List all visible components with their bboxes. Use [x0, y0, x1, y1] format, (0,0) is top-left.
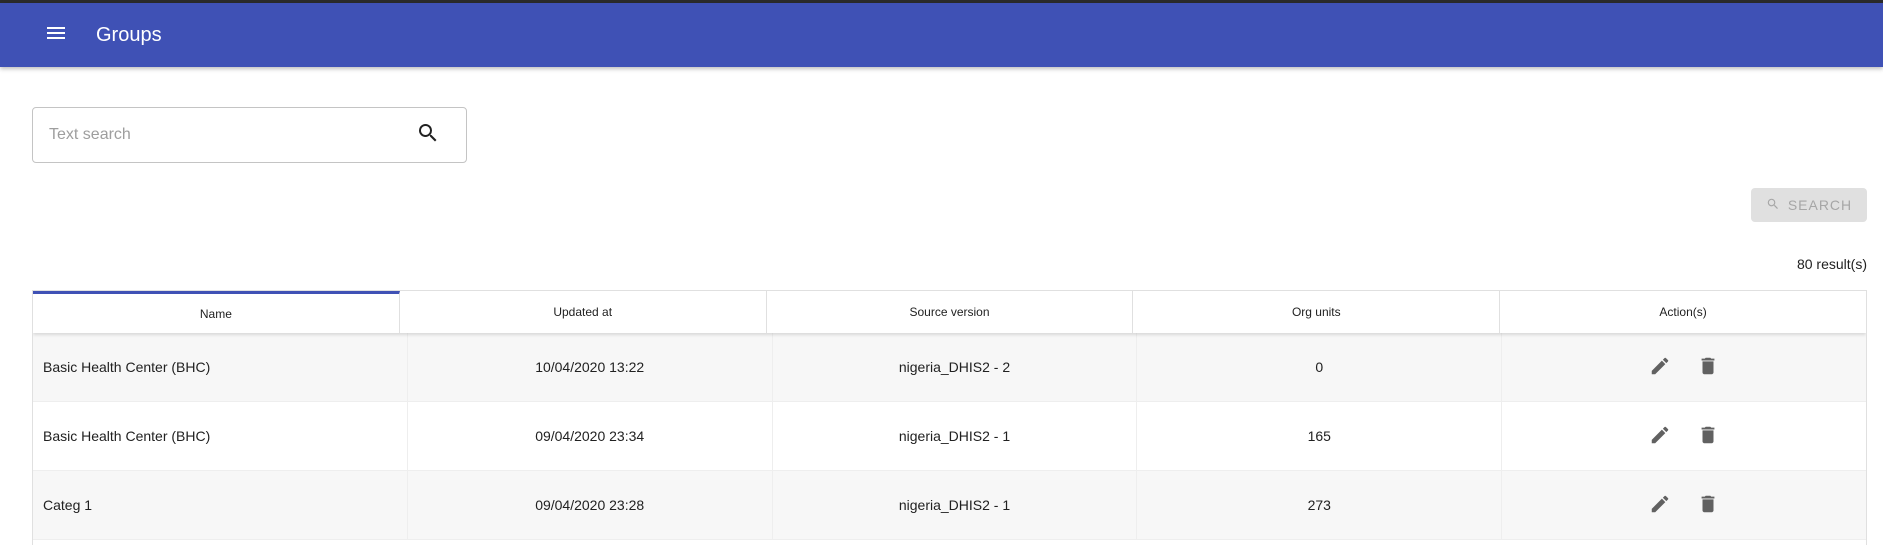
cell-updated-at: 09/04/2020 23:28 [408, 471, 773, 539]
groups-table: Name Updated at Source version Org units… [32, 290, 1867, 545]
search-button-label: SEARCH [1787, 197, 1853, 213]
table-header: Name Updated at Source version Org units… [33, 291, 1866, 333]
edit-icon [1649, 424, 1671, 449]
column-header-name[interactable]: Name [33, 291, 400, 333]
app-bar: Groups [0, 3, 1883, 67]
delete-icon [1697, 424, 1719, 449]
cell-name: Basic Health Center (BHC) [33, 402, 408, 470]
cell-updated-at: 09/04/2020 23:34 [408, 402, 773, 470]
cell-name: Categ 1 [33, 471, 408, 539]
table-row: Basic Health Center (BHC) 09/04/2020 23:… [33, 402, 1866, 471]
table-body: Basic Health Center (BHC) 10/04/2020 13:… [33, 333, 1866, 540]
column-header-org-units[interactable]: Org units [1133, 291, 1501, 333]
cell-org-units: 0 [1137, 333, 1503, 401]
edit-icon [1649, 355, 1671, 380]
delete-button[interactable] [1690, 349, 1726, 385]
edit-button[interactable] [1642, 487, 1678, 523]
edit-button[interactable] [1642, 349, 1678, 385]
search-input[interactable] [33, 108, 404, 162]
cell-name: Basic Health Center (BHC) [33, 333, 408, 401]
text-search-field [32, 107, 467, 163]
delete-icon [1697, 355, 1719, 380]
table-row: Categ 1 09/04/2020 23:28 nigeria_DHIS2 -… [33, 471, 1866, 540]
page-title: Groups [96, 23, 162, 46]
delete-icon [1697, 493, 1719, 518]
delete-button[interactable] [1690, 418, 1726, 454]
cell-org-units: 273 [1137, 471, 1503, 539]
menu-icon [44, 21, 68, 50]
cell-org-units: 165 [1137, 402, 1503, 470]
delete-button[interactable] [1690, 487, 1726, 523]
column-header-source-version[interactable]: Source version [767, 291, 1134, 333]
search-icon-button[interactable] [404, 111, 452, 159]
cell-actions [1502, 333, 1866, 401]
cell-source-version: nigeria_DHIS2 - 1 [773, 402, 1138, 470]
cell-actions [1502, 471, 1866, 539]
edit-button[interactable] [1642, 418, 1678, 454]
edit-icon [1649, 493, 1671, 518]
column-header-updated-at[interactable]: Updated at [400, 291, 767, 333]
cell-source-version: nigeria_DHIS2 - 1 [773, 471, 1138, 539]
column-header-actions: Action(s) [1659, 305, 1707, 319]
menu-button[interactable] [32, 11, 80, 59]
table-row: Basic Health Center (BHC) 10/04/2020 13:… [33, 333, 1866, 402]
cell-actions [1502, 402, 1866, 470]
search-icon [416, 121, 440, 150]
cell-updated-at: 10/04/2020 13:22 [408, 333, 773, 401]
results-count: 80 result(s) [1796, 256, 1867, 272]
search-icon [1766, 197, 1780, 214]
cell-source-version: nigeria_DHIS2 - 2 [773, 333, 1138, 401]
search-button[interactable]: SEARCH [1751, 188, 1867, 222]
